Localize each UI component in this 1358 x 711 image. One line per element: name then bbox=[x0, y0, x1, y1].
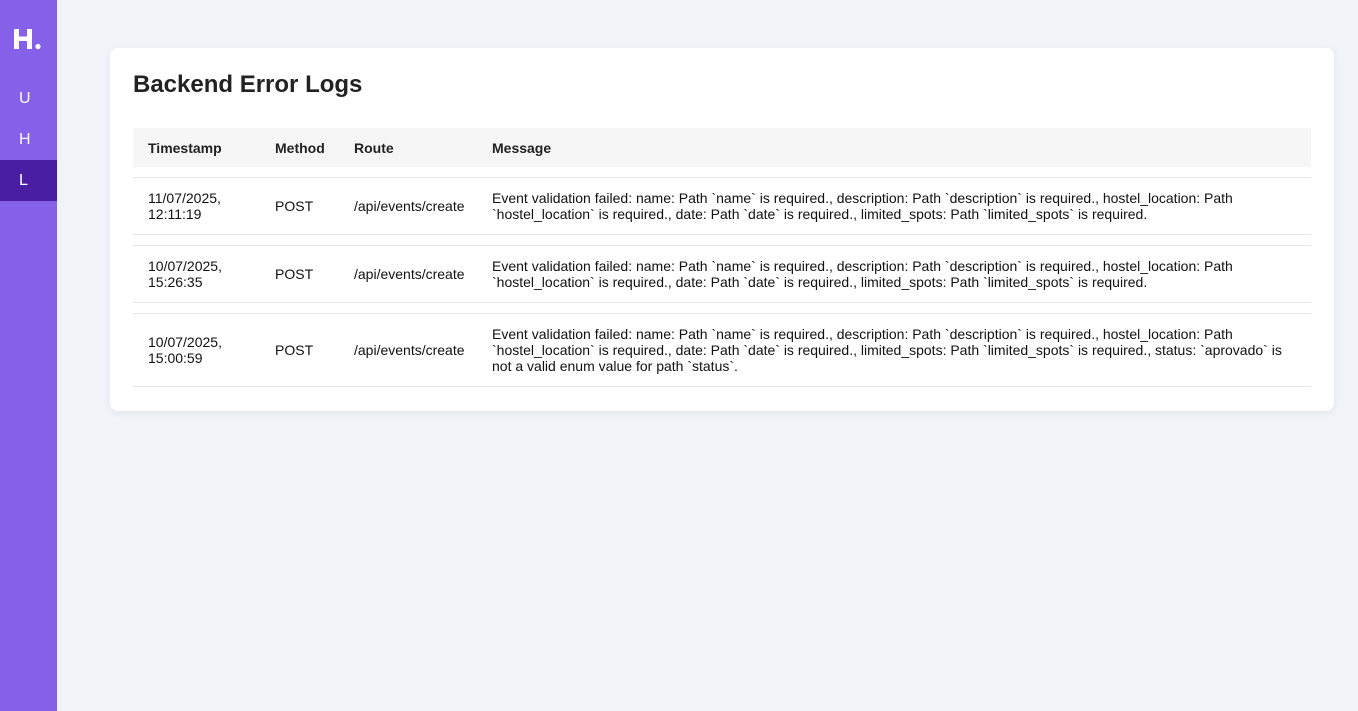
cell-timestamp: 11/07/2025, 12:11:19 bbox=[133, 177, 260, 235]
sidebar: U H L bbox=[0, 0, 57, 711]
logo-icon bbox=[14, 29, 41, 50]
column-header-route: Route bbox=[339, 128, 477, 167]
error-logs-table: Timestamp Method Route Message 11/07/202… bbox=[133, 118, 1311, 397]
logo[interactable] bbox=[0, 0, 57, 78]
cell-method: POST bbox=[260, 313, 339, 387]
cell-message: Event validation failed: name: Path `nam… bbox=[477, 313, 1311, 387]
column-header-timestamp: Timestamp bbox=[133, 128, 260, 167]
cell-message: Event validation failed: name: Path `nam… bbox=[477, 245, 1311, 303]
cell-route: /api/events/create bbox=[339, 177, 477, 235]
sidebar-item-label: U bbox=[19, 89, 31, 107]
column-header-method: Method bbox=[260, 128, 339, 167]
cell-route: /api/events/create bbox=[339, 245, 477, 303]
cell-method: POST bbox=[260, 245, 339, 303]
column-header-message: Message bbox=[477, 128, 1311, 167]
cell-message: Event validation failed: name: Path `nam… bbox=[477, 177, 1311, 235]
error-logs-card: Backend Error Logs Timestamp Method Rout… bbox=[110, 48, 1334, 411]
table-row: 10/07/2025, 15:00:59 POST /api/events/cr… bbox=[133, 313, 1311, 387]
table-row: 11/07/2025, 12:11:19 POST /api/events/cr… bbox=[133, 177, 1311, 235]
sidebar-item-label: L bbox=[19, 171, 28, 189]
sidebar-item-label: H bbox=[19, 130, 31, 148]
table-header-row: Timestamp Method Route Message bbox=[133, 128, 1311, 167]
cell-timestamp: 10/07/2025, 15:26:35 bbox=[133, 245, 260, 303]
page-title: Backend Error Logs bbox=[133, 71, 363, 98]
table-row: 10/07/2025, 15:26:35 POST /api/events/cr… bbox=[133, 245, 1311, 303]
sidebar-item-u[interactable]: U bbox=[0, 78, 57, 119]
sidebar-item-h[interactable]: H bbox=[0, 119, 57, 160]
cell-method: POST bbox=[260, 177, 339, 235]
sidebar-item-l[interactable]: L bbox=[0, 160, 57, 201]
cell-route: /api/events/create bbox=[339, 313, 477, 387]
cell-timestamp: 10/07/2025, 15:00:59 bbox=[133, 313, 260, 387]
